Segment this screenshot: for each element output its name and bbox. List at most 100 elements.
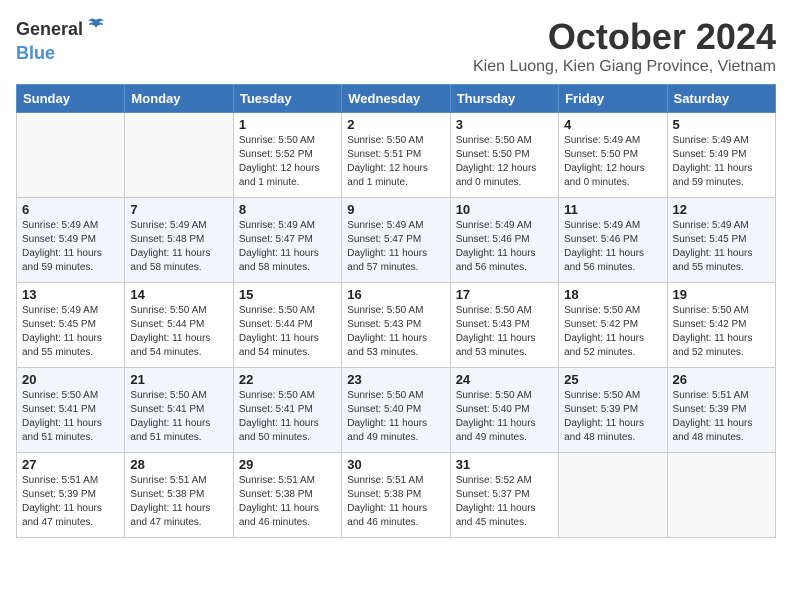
calendar-week-row: 13 Sunrise: 5:49 AM Sunset: 5:45 PM Dayli… (17, 283, 776, 368)
calendar-cell: 29 Sunrise: 5:51 AM Sunset: 5:38 PM Dayli… (233, 453, 341, 538)
day-number: 13 (22, 287, 119, 302)
calendar-week-row: 27 Sunrise: 5:51 AM Sunset: 5:39 PM Dayli… (17, 453, 776, 538)
day-number: 30 (347, 457, 444, 472)
cell-info: Sunrise: 5:49 AM Sunset: 5:49 PM Dayligh… (22, 219, 119, 275)
cell-info: Sunrise: 5:51 AM Sunset: 5:38 PM Dayligh… (239, 474, 336, 530)
cell-info: Sunrise: 5:49 AM Sunset: 5:46 PM Dayligh… (456, 219, 553, 275)
logo: General Blue (16, 16, 107, 64)
calendar-cell: 16Sunrise: 5:50 AM Sunset: 5:43 PM Dayli… (342, 283, 450, 368)
day-number: 10 (456, 202, 553, 217)
cell-info: Sunrise: 5:50 AM Sunset: 5:40 PM Dayligh… (456, 389, 553, 445)
calendar-cell: 11Sunrise: 5:49 AM Sunset: 5:46 PM Dayli… (559, 198, 667, 283)
logo-bird-icon (85, 16, 107, 43)
calendar-cell: 24 Sunrise: 5:50 AM Sunset: 5:40 PM Dayli… (450, 368, 558, 453)
day-number: 12 (673, 202, 770, 217)
day-number: 27 (22, 457, 119, 472)
calendar-week-row: 6 Sunrise: 5:49 AM Sunset: 5:49 PM Daylig… (17, 198, 776, 283)
cell-info: Sunrise: 5:51 AM Sunset: 5:38 PM Dayligh… (130, 474, 227, 530)
calendar-cell: 28 Sunrise: 5:51 AM Sunset: 5:38 PM Dayli… (125, 453, 233, 538)
cell-info: Sunrise: 5:50 AM Sunset: 5:50 PM Dayligh… (456, 134, 553, 190)
day-number: 4 (564, 117, 661, 132)
cell-info: Sunrise: 5:50 AM Sunset: 5:43 PM Dayligh… (456, 304, 553, 360)
calendar-cell: 17Sunrise: 5:50 AM Sunset: 5:43 PM Dayli… (450, 283, 558, 368)
day-number: 3 (456, 117, 553, 132)
cell-info: Sunrise: 5:50 AM Sunset: 5:39 PM Dayligh… (564, 389, 661, 445)
weekday-header-thursday: Thursday (450, 85, 558, 113)
calendar-cell: 14 Sunrise: 5:50 AM Sunset: 5:44 PM Dayli… (125, 283, 233, 368)
calendar-table: SundayMondayTuesdayWednesdayThursdayFrid… (16, 84, 776, 538)
day-number: 6 (22, 202, 119, 217)
cell-info: Sunrise: 5:51 AM Sunset: 5:38 PM Dayligh… (347, 474, 444, 530)
day-number: 24 (456, 372, 553, 387)
cell-info: Sunrise: 5:49 AM Sunset: 5:49 PM Dayligh… (673, 134, 770, 190)
day-number: 29 (239, 457, 336, 472)
day-number: 22 (239, 372, 336, 387)
weekday-header-sunday: Sunday (17, 85, 125, 113)
day-number: 28 (130, 457, 227, 472)
cell-info: Sunrise: 5:50 AM Sunset: 5:41 PM Dayligh… (130, 389, 227, 445)
cell-info: Sunrise: 5:50 AM Sunset: 5:51 PM Dayligh… (347, 134, 444, 190)
cell-info: Sunrise: 5:50 AM Sunset: 5:40 PM Dayligh… (347, 389, 444, 445)
calendar-cell (667, 453, 775, 538)
calendar-cell: 31 Sunrise: 5:52 AM Sunset: 5:37 PM Dayli… (450, 453, 558, 538)
calendar-cell: 8 Sunrise: 5:49 AM Sunset: 5:47 PM Daylig… (233, 198, 341, 283)
calendar-cell (17, 113, 125, 198)
cell-info: Sunrise: 5:50 AM Sunset: 5:41 PM Dayligh… (22, 389, 119, 445)
title-area: October 2024 Kien Luong, Kien Giang Prov… (473, 16, 776, 76)
cell-info: Sunrise: 5:49 AM Sunset: 5:45 PM Dayligh… (22, 304, 119, 360)
day-number: 2 (347, 117, 444, 132)
day-number: 21 (130, 372, 227, 387)
day-number: 20 (22, 372, 119, 387)
day-number: 16 (347, 287, 444, 302)
day-number: 31 (456, 457, 553, 472)
weekday-header-tuesday: Tuesday (233, 85, 341, 113)
day-number: 15 (239, 287, 336, 302)
calendar-cell: 3 Sunrise: 5:50 AM Sunset: 5:50 PM Daylig… (450, 113, 558, 198)
logo-blue: Blue (16, 43, 55, 64)
calendar-cell: 12 Sunrise: 5:49 AM Sunset: 5:45 PM Dayli… (667, 198, 775, 283)
day-number: 14 (130, 287, 227, 302)
weekday-header-friday: Friday (559, 85, 667, 113)
weekday-header-row: SundayMondayTuesdayWednesdayThursdayFrid… (17, 85, 776, 113)
cell-info: Sunrise: 5:50 AM Sunset: 5:42 PM Dayligh… (564, 304, 661, 360)
location-title: Kien Luong, Kien Giang Province, Vietnam (473, 58, 776, 76)
calendar-cell: 2 Sunrise: 5:50 AM Sunset: 5:51 PM Daylig… (342, 113, 450, 198)
cell-info: Sunrise: 5:49 AM Sunset: 5:47 PM Dayligh… (239, 219, 336, 275)
calendar-cell (125, 113, 233, 198)
cell-info: Sunrise: 5:49 AM Sunset: 5:45 PM Dayligh… (673, 219, 770, 275)
calendar-cell: 10 Sunrise: 5:49 AM Sunset: 5:46 PM Dayli… (450, 198, 558, 283)
day-number: 18 (564, 287, 661, 302)
weekday-header-monday: Monday (125, 85, 233, 113)
calendar-cell: 23 Sunrise: 5:50 AM Sunset: 5:40 PM Dayli… (342, 368, 450, 453)
calendar-cell: 26Sunrise: 5:51 AM Sunset: 5:39 PM Dayli… (667, 368, 775, 453)
day-number: 23 (347, 372, 444, 387)
day-number: 11 (564, 202, 661, 217)
day-number: 19 (673, 287, 770, 302)
cell-info: Sunrise: 5:50 AM Sunset: 5:42 PM Dayligh… (673, 304, 770, 360)
weekday-header-saturday: Saturday (667, 85, 775, 113)
calendar-cell: 6 Sunrise: 5:49 AM Sunset: 5:49 PM Daylig… (17, 198, 125, 283)
cell-info: Sunrise: 5:50 AM Sunset: 5:52 PM Dayligh… (239, 134, 336, 190)
calendar-week-row: 1 Sunrise: 5:50 AM Sunset: 5:52 PM Daylig… (17, 113, 776, 198)
day-number: 8 (239, 202, 336, 217)
calendar-cell: 4Sunrise: 5:49 AM Sunset: 5:50 PM Daylig… (559, 113, 667, 198)
day-number: 26 (673, 372, 770, 387)
day-number: 5 (673, 117, 770, 132)
weekday-header-wednesday: Wednesday (342, 85, 450, 113)
calendar-cell: 9Sunrise: 5:49 AM Sunset: 5:47 PM Daylig… (342, 198, 450, 283)
day-number: 1 (239, 117, 336, 132)
calendar-cell: 19 Sunrise: 5:50 AM Sunset: 5:42 PM Dayli… (667, 283, 775, 368)
cell-info: Sunrise: 5:51 AM Sunset: 5:39 PM Dayligh… (22, 474, 119, 530)
calendar-cell: 25 Sunrise: 5:50 AM Sunset: 5:39 PM Dayli… (559, 368, 667, 453)
calendar-cell: 30 Sunrise: 5:51 AM Sunset: 5:38 PM Dayli… (342, 453, 450, 538)
day-number: 25 (564, 372, 661, 387)
cell-info: Sunrise: 5:50 AM Sunset: 5:44 PM Dayligh… (239, 304, 336, 360)
calendar-cell: 27 Sunrise: 5:51 AM Sunset: 5:39 PM Dayli… (17, 453, 125, 538)
cell-info: Sunrise: 5:50 AM Sunset: 5:44 PM Dayligh… (130, 304, 227, 360)
calendar-cell: 22Sunrise: 5:50 AM Sunset: 5:41 PM Dayli… (233, 368, 341, 453)
calendar-cell: 7Sunrise: 5:49 AM Sunset: 5:48 PM Daylig… (125, 198, 233, 283)
day-number: 7 (130, 202, 227, 217)
calendar-cell: 18 Sunrise: 5:50 AM Sunset: 5:42 PM Dayli… (559, 283, 667, 368)
cell-info: Sunrise: 5:52 AM Sunset: 5:37 PM Dayligh… (456, 474, 553, 530)
calendar-cell (559, 453, 667, 538)
